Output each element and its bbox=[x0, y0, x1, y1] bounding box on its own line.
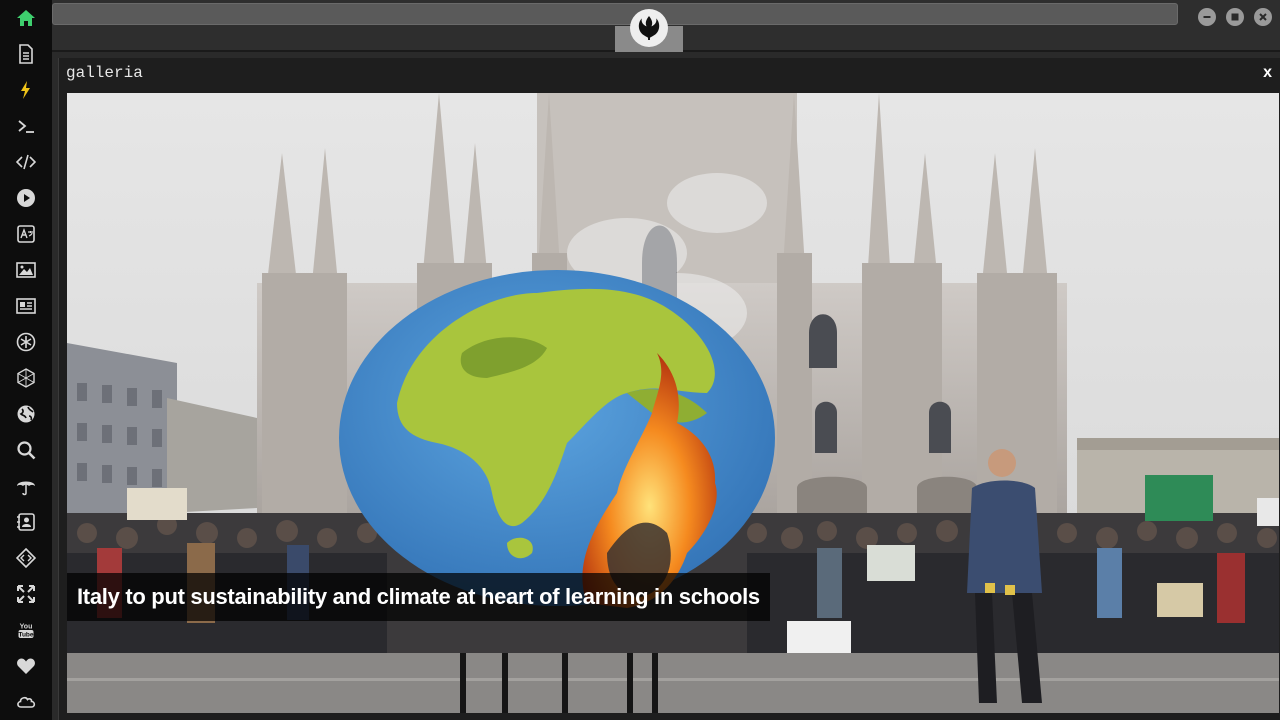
gallery-window: galleria x Italy to put sustainability a… bbox=[58, 58, 1280, 720]
svg-text:Tube: Tube bbox=[18, 631, 33, 638]
svg-text:You: You bbox=[20, 624, 33, 631]
document-icon[interactable] bbox=[0, 36, 52, 72]
cloud-icon[interactable] bbox=[0, 684, 52, 720]
network-icon[interactable] bbox=[0, 360, 52, 396]
left-dock: You Tube bbox=[0, 0, 52, 720]
photo-caption: Italy to put sustainability and climate … bbox=[67, 573, 770, 621]
heart-icon[interactable] bbox=[0, 648, 52, 684]
translate-icon[interactable] bbox=[0, 216, 52, 252]
dev-icon[interactable] bbox=[0, 540, 52, 576]
maximize-button[interactable] bbox=[1226, 8, 1244, 26]
address-bar[interactable] bbox=[52, 3, 1178, 25]
close-icon bbox=[1259, 13, 1267, 21]
image-icon[interactable] bbox=[0, 252, 52, 288]
youtube-icon[interactable]: You Tube bbox=[0, 612, 52, 648]
globe-icon[interactable] bbox=[0, 396, 52, 432]
close-window-button[interactable] bbox=[1254, 8, 1272, 26]
asterisk-icon[interactable] bbox=[0, 324, 52, 360]
minimize-icon bbox=[1203, 16, 1211, 18]
gallery-title: galleria bbox=[66, 64, 143, 82]
gallery-close-button[interactable]: x bbox=[1263, 64, 1272, 82]
play-icon[interactable] bbox=[0, 180, 52, 216]
minimize-button[interactable] bbox=[1198, 8, 1216, 26]
lightning-icon[interactable] bbox=[0, 72, 52, 108]
newspaper-icon[interactable] bbox=[0, 288, 52, 324]
search-icon[interactable] bbox=[0, 432, 52, 468]
umbrella-icon[interactable] bbox=[0, 468, 52, 504]
terminal-icon[interactable] bbox=[0, 108, 52, 144]
rebel-alliance-logo-icon[interactable] bbox=[630, 9, 668, 47]
maximize-icon bbox=[1231, 13, 1239, 21]
home-icon[interactable] bbox=[0, 0, 52, 36]
expand-icon[interactable] bbox=[0, 576, 52, 612]
code-icon[interactable] bbox=[0, 144, 52, 180]
contact-icon[interactable] bbox=[0, 504, 52, 540]
